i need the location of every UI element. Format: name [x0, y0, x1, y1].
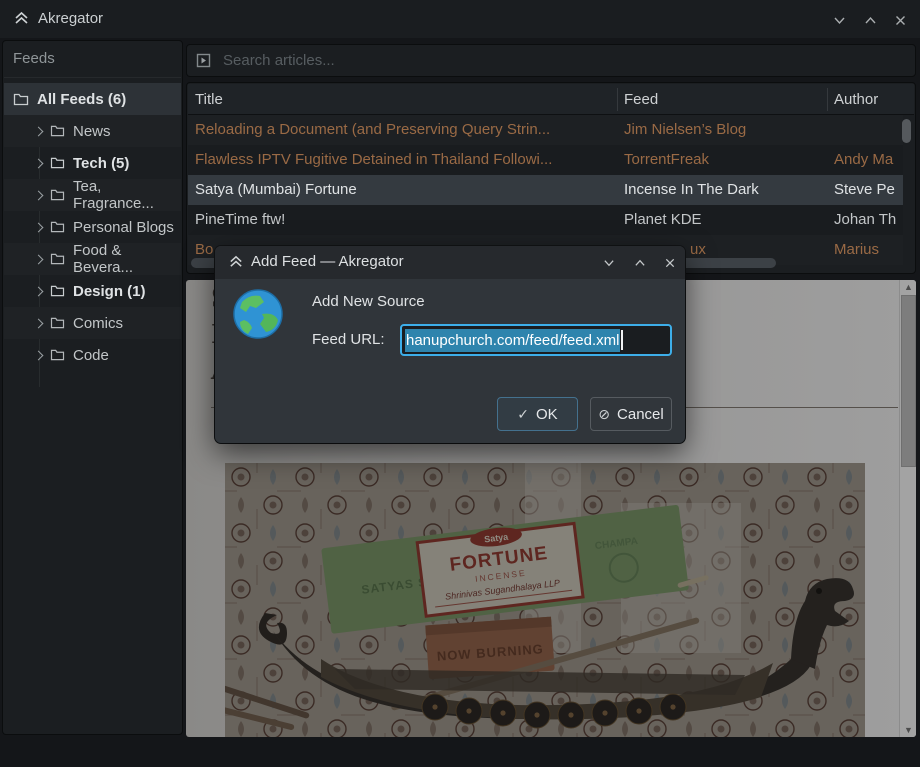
article-title: PineTime ftw! — [188, 205, 617, 235]
column-header-title[interactable]: Title — [188, 84, 617, 115]
dialog-minimize-button[interactable] — [598, 252, 620, 274]
akregator-app-icon — [13, 10, 30, 32]
folder-icon — [13, 93, 29, 106]
article-author: Steve Pe — [827, 175, 903, 205]
cancel-button[interactable]: ⊘ Cancel — [590, 397, 672, 431]
sidebar-item-label: Tea, Fragrance... — [73, 178, 181, 212]
folder-icon — [50, 253, 65, 265]
search-filter-icon[interactable] — [196, 53, 211, 68]
article-list-header: Title Feed Author — [188, 84, 914, 115]
feeds-sidebar: Feeds All Feeds (6) News Tech (5) Tea, — [2, 40, 183, 735]
article-feed: Jim Nielsen’s Blog — [617, 115, 827, 145]
article-author: Andy Ma — [827, 145, 903, 175]
article-list-vertical-scrollbar[interactable] — [901, 117, 912, 274]
sidebar-item-news[interactable]: News — [4, 115, 181, 147]
scroll-up-arrow[interactable]: ▲ — [900, 280, 916, 294]
dialog-close-button[interactable] — [659, 252, 681, 274]
sidebar-item-personal-blogs[interactable]: Personal Blogs — [4, 211, 181, 243]
article-title: Flawless IPTV Fugitive Detained in Thail… — [188, 145, 617, 175]
article-feed: TorrentFreak — [617, 145, 827, 175]
sidebar-item-label: Tech (5) — [73, 155, 129, 172]
sidebar-item-label: Design (1) — [73, 283, 146, 300]
search-bar[interactable]: Search articles... — [186, 44, 916, 77]
chevron-right-icon[interactable] — [34, 158, 44, 168]
sidebar-item-tea-fragrance[interactable]: Tea, Fragrance... — [4, 179, 181, 211]
sidebar-item-tech[interactable]: Tech (5) — [4, 147, 181, 179]
folder-icon — [50, 317, 65, 329]
folder-icon — [50, 157, 65, 169]
article-title: Reloading a Document (and Preserving Que… — [188, 115, 617, 145]
article-author: Johan Th — [827, 205, 903, 235]
folder-icon — [50, 285, 65, 297]
chevron-right-icon[interactable] — [34, 254, 44, 264]
sidebar-item-comics[interactable]: Comics — [4, 307, 181, 339]
feed-url-selected-text: hanupchurch.com/feed/feed.xml — [405, 329, 620, 352]
minimize-button[interactable] — [828, 9, 850, 31]
sidebar-item-design[interactable]: Design (1) — [4, 275, 181, 307]
article-row-selected[interactable]: Satya (Mumbai) Fortune Incense In The Da… — [188, 175, 903, 205]
sidebar-item-label: Code — [73, 347, 109, 364]
dialog-maximize-button[interactable] — [629, 252, 651, 274]
folder-icon — [50, 125, 65, 137]
close-button[interactable] — [889, 9, 911, 31]
ok-button-label: OK — [536, 406, 558, 423]
globe-icon — [232, 288, 284, 345]
scrollbar-handle[interactable] — [902, 119, 911, 143]
folder-icon — [50, 349, 65, 361]
article-photo: SATYAS SUGANDHAL CHAMPA Satya FORTUNE IN… — [225, 463, 865, 737]
article-row[interactable]: PineTime ftw! Planet KDE Johan Th — [188, 205, 903, 235]
feeds-header: Feeds — [13, 50, 55, 67]
akregator-window: Akregator Feeds All Feeds (6) News — [0, 0, 920, 767]
add-feed-dialog: Add Feed — Akregator Add New Source Feed… — [215, 246, 685, 443]
sidebar-item-label: All Feeds (6) — [37, 91, 126, 108]
sidebar-item-label: Comics — [73, 315, 123, 332]
scroll-down-arrow[interactable]: ▼ — [900, 723, 916, 737]
sidebar-item-all-feeds[interactable]: All Feeds (6) — [4, 83, 181, 115]
dialog-heading: Add New Source — [312, 293, 425, 310]
sidebar-item-label: News — [73, 123, 111, 140]
article-title: Satya (Mumbai) Fortune — [188, 175, 617, 205]
scrollbar-handle[interactable] — [901, 295, 916, 467]
folder-icon — [50, 221, 65, 233]
divider — [4, 77, 181, 78]
akregator-app-icon — [228, 254, 244, 275]
search-input[interactable]: Search articles... — [223, 52, 335, 69]
dialog-titlebar: Add Feed — Akregator — [215, 246, 685, 279]
chevron-right-icon[interactable] — [34, 350, 44, 360]
chevron-right-icon[interactable] — [34, 126, 44, 136]
cancel-button-label: Cancel — [617, 406, 664, 423]
text-caret — [621, 330, 623, 350]
cancel-slash-icon: ⊘ — [598, 406, 610, 423]
folder-icon — [50, 189, 65, 201]
dialog-title: Add Feed — Akregator — [251, 253, 404, 270]
column-header-author[interactable]: Author — [827, 84, 903, 115]
feed-url-label: Feed URL: — [312, 331, 385, 348]
chevron-right-icon[interactable] — [34, 222, 44, 232]
sidebar-item-code[interactable]: Code — [4, 339, 181, 371]
chevron-right-icon[interactable] — [34, 286, 44, 296]
ok-button[interactable]: ✓ OK — [497, 397, 578, 431]
check-icon: ✓ — [517, 406, 529, 423]
sidebar-item-label: Personal Blogs — [73, 219, 174, 236]
maximize-button[interactable] — [859, 9, 881, 31]
article-row[interactable]: Flawless IPTV Fugitive Detained in Thail… — [188, 145, 903, 175]
chevron-right-icon[interactable] — [34, 190, 44, 200]
column-header-feed[interactable]: Feed — [617, 84, 827, 115]
article-viewer-scrollbar[interactable]: ▲ ▼ — [899, 280, 916, 737]
article-row[interactable]: Reloading a Document (and Preserving Que… — [188, 115, 903, 145]
window-titlebar: Akregator — [0, 0, 920, 38]
article-feed: Incense In The Dark — [617, 175, 827, 205]
article-feed: Planet KDE — [617, 205, 827, 235]
sidebar-item-label: Food & Bevera... — [73, 242, 181, 276]
article-author — [827, 115, 903, 145]
feed-url-input[interactable]: hanupchurch.com/feed/feed.xml — [400, 324, 672, 356]
feeds-tree: All Feeds (6) News Tech (5) Tea, Fragran… — [4, 83, 181, 371]
sidebar-item-food-beverage[interactable]: Food & Bevera... — [4, 243, 181, 275]
chevron-right-icon[interactable] — [34, 318, 44, 328]
window-title: Akregator — [38, 10, 103, 27]
